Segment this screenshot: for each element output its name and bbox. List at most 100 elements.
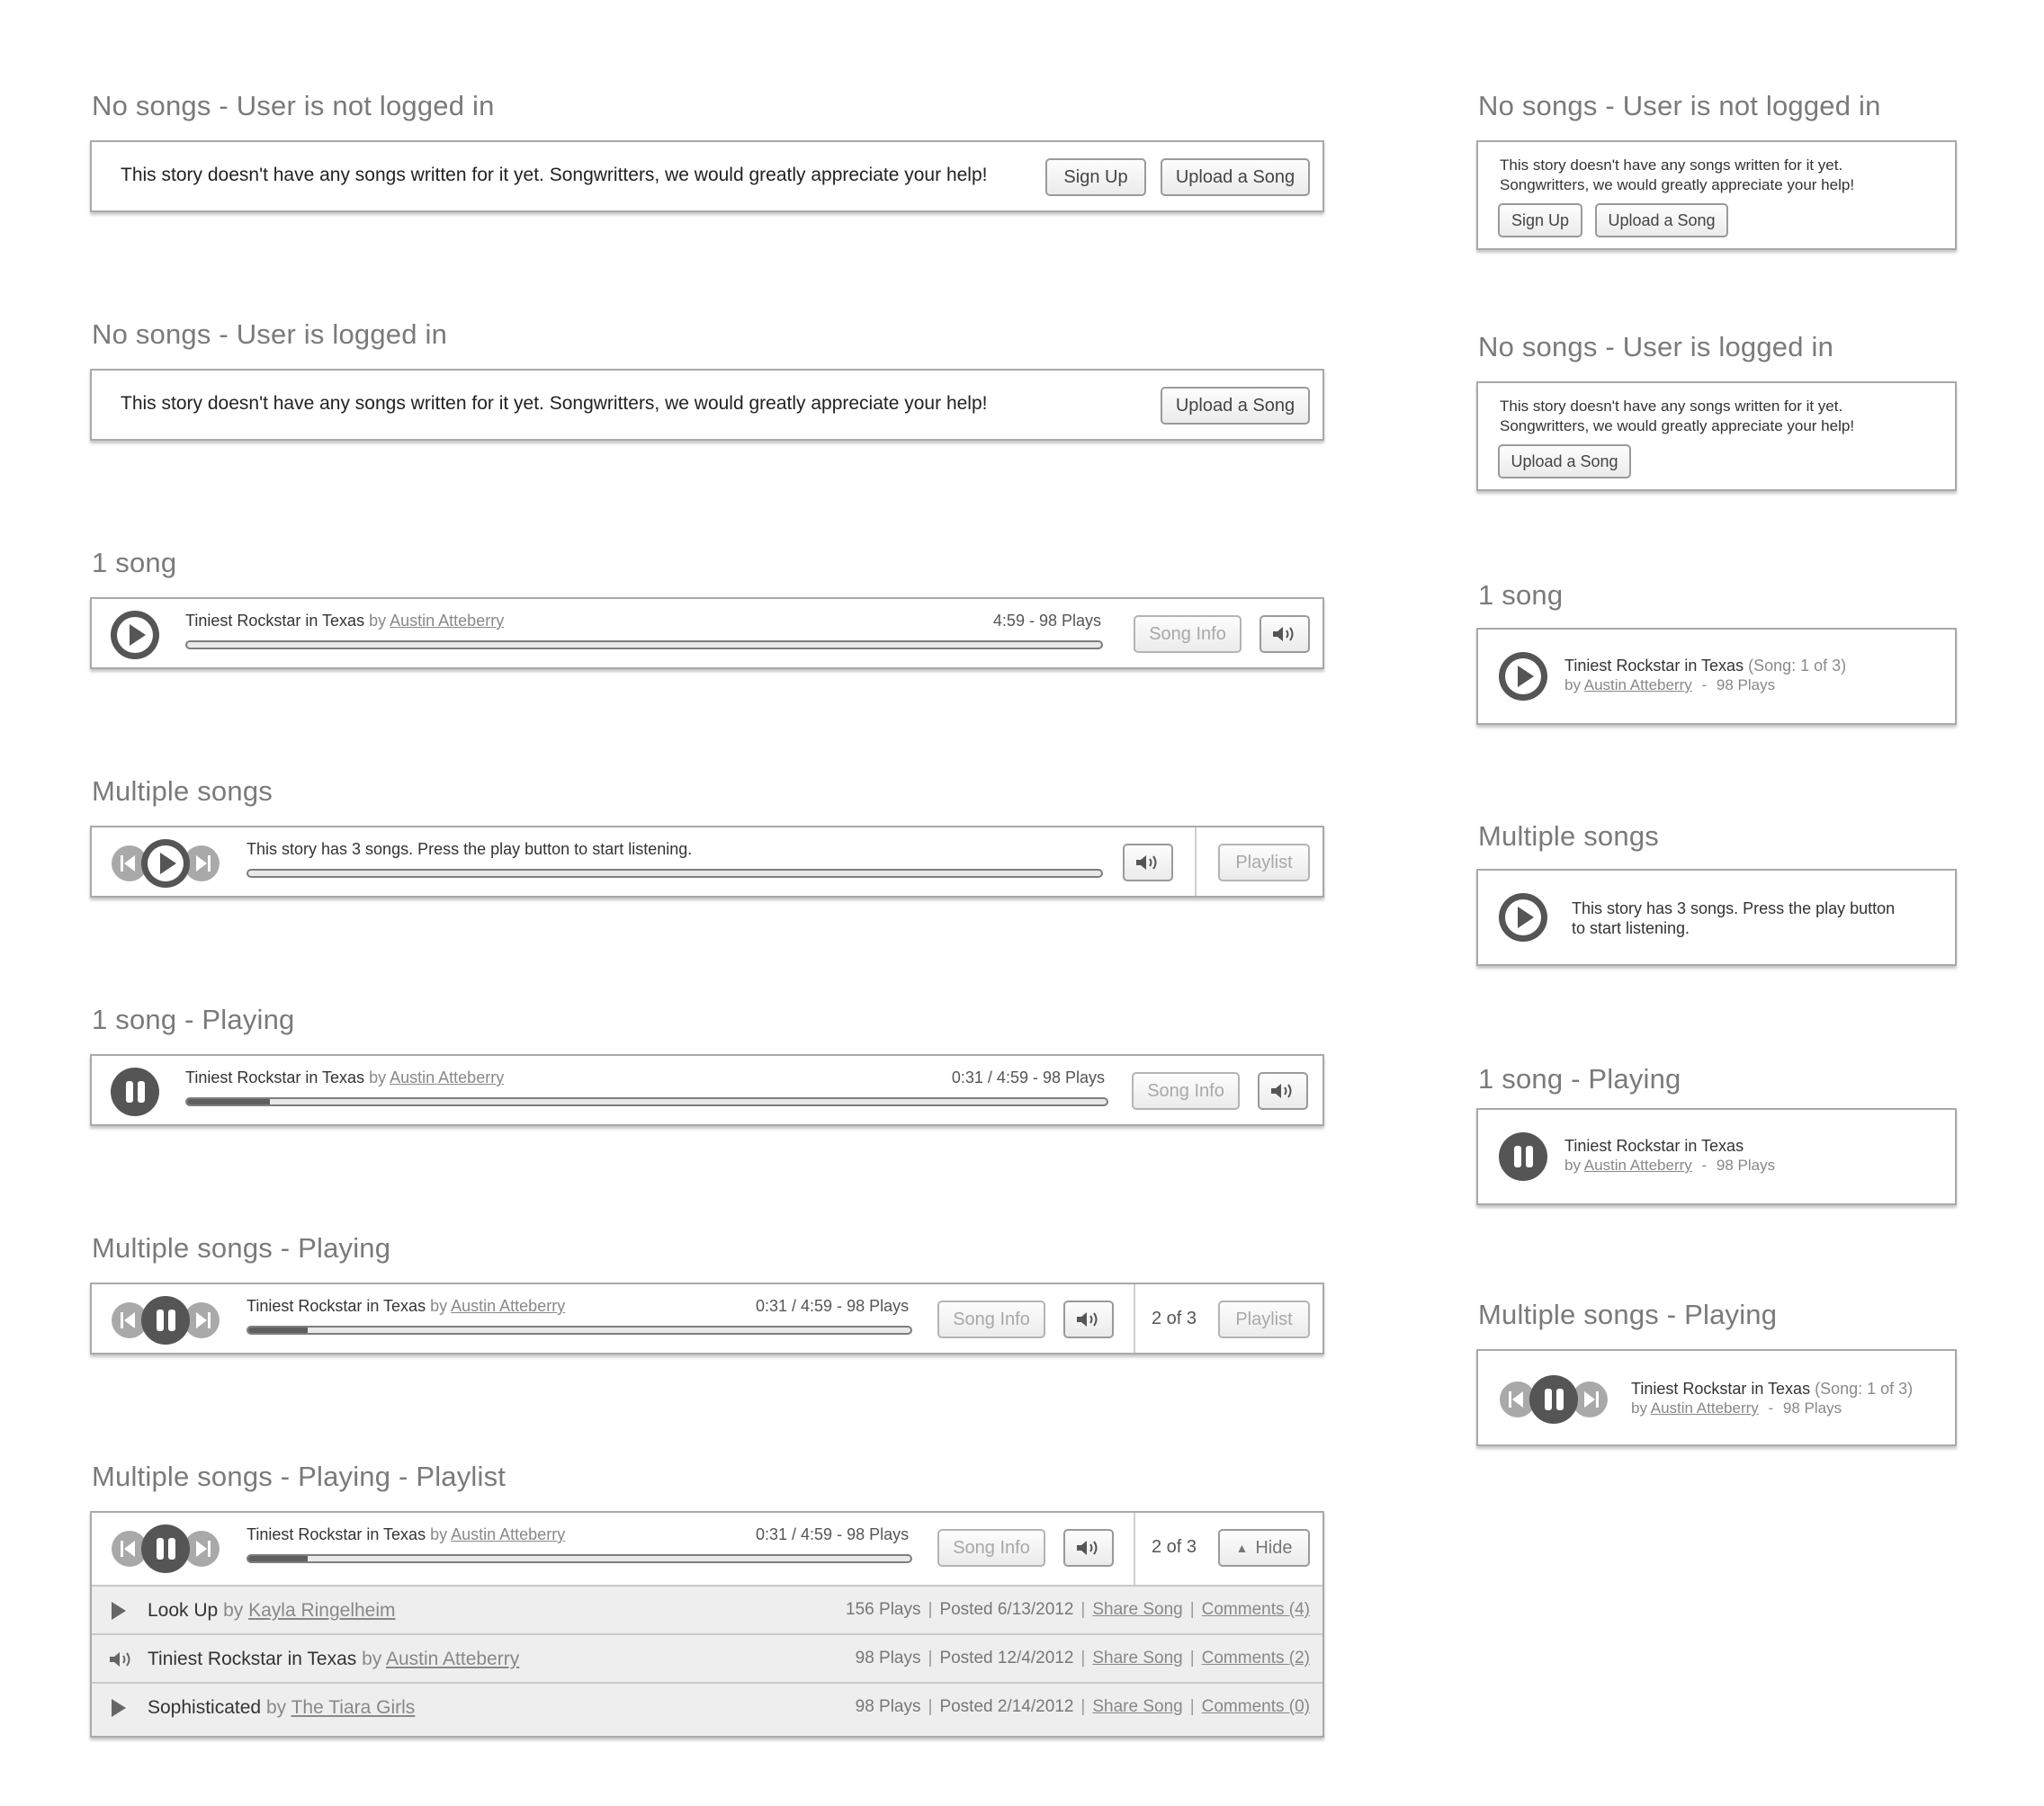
- artist-link[interactable]: Austin Atteberry: [390, 1068, 504, 1086]
- progress-bar[interactable]: [247, 1326, 912, 1335]
- share-song-link[interactable]: Share Song: [1092, 1600, 1182, 1619]
- pause-button[interactable]: [110, 1067, 160, 1117]
- progress-bar[interactable]: [247, 869, 1103, 878]
- progress-bar[interactable]: [185, 640, 1103, 649]
- progress-bar[interactable]: [247, 1554, 912, 1563]
- track-info: Tiniest Rockstar in Texas (Song: 1 of 3): [1564, 657, 1846, 675]
- play-button[interactable]: [110, 610, 160, 660]
- track-info: Tiniest Rockstar in Texas by Austin Atte…: [185, 1068, 504, 1087]
- section-title-multiple-playing-playlist: Multiple songs - Playing - Playlist: [92, 1461, 507, 1492]
- no-songs-message: This story doesn't have any songs writte…: [121, 165, 988, 185]
- playlist-row[interactable]: Look Up by Kayla Ringelheim 156 Plays | Po…: [92, 1585, 1322, 1633]
- upload-song-button[interactable]: Upload a Song: [1595, 203, 1728, 237]
- section-title-multiple-playing: Multiple songs - Playing: [92, 1232, 391, 1264]
- by-label: by: [265, 1697, 287, 1718]
- song-info-button[interactable]: Song Info: [937, 1529, 1045, 1567]
- track-duration-plays: 4:59 - 98 Plays: [992, 612, 1101, 630]
- track-title: Tiniest Rockstar in Texas: [1631, 1380, 1811, 1398]
- song-position: 2 of 3: [1152, 1309, 1197, 1328]
- by-label: by: [1564, 676, 1581, 693]
- playlist-song: Sophisticated by The Tiara Girls: [148, 1697, 415, 1719]
- artist-link[interactable]: The Tiara Girls: [291, 1697, 416, 1718]
- playlist-row[interactable]: Tiniest Rockstar in Texas by Austin Atte…: [92, 1633, 1322, 1682]
- artist-link[interactable]: Austin Atteberry: [451, 1525, 565, 1543]
- volume-button[interactable]: [1123, 844, 1173, 881]
- speaker-icon: [1271, 1084, 1292, 1098]
- artist-link[interactable]: Austin Atteberry: [1584, 676, 1692, 693]
- play-icon: [1499, 893, 1547, 942]
- by-label: by: [223, 1600, 244, 1621]
- play-icon[interactable]: [108, 1599, 130, 1623]
- play-icon: [1499, 652, 1547, 701]
- section-title-no-songs-logged-out-mobile: No songs - User is not logged in: [1478, 90, 1881, 121]
- hide-playlist-button[interactable]: ▲ Hide: [1218, 1529, 1310, 1567]
- comments-link[interactable]: Comments (2): [1202, 1649, 1310, 1667]
- pause-button[interactable]: [1498, 1131, 1548, 1182]
- track-title: Tiniest Rockstar in Texas: [1564, 657, 1744, 675]
- artist-link[interactable]: Austin Atteberry: [386, 1649, 519, 1669]
- no-songs-message: This story doesn't have any songs writte…: [121, 393, 988, 414]
- track-progress-plays: 0:31 / 4:59 - 98 Plays: [756, 1525, 910, 1543]
- playlist-button[interactable]: Playlist: [1218, 1301, 1310, 1338]
- play-button[interactable]: [1498, 651, 1548, 702]
- plays-count: 98 Plays: [855, 1697, 921, 1716]
- upload-song-button[interactable]: Upload a Song: [1498, 444, 1631, 478]
- track-title: Tiniest Rockstar in Texas: [1564, 1137, 1744, 1155]
- song-title: Look Up: [148, 1600, 219, 1621]
- track-info: Tiniest Rockstar in Texas by Austin Atte…: [247, 1297, 565, 1316]
- upload-song-button[interactable]: Upload a Song: [1161, 387, 1310, 425]
- song-of-label: (Song: 1 of 3): [1815, 1380, 1914, 1398]
- by-label: by: [362, 1649, 382, 1669]
- section-title-one-song: 1 song: [92, 547, 177, 578]
- song-title: Tiniest Rockstar in Texas: [148, 1649, 357, 1669]
- progress-fill: [248, 1556, 309, 1561]
- section-title-multiple-songs-mobile: Multiple songs: [1478, 820, 1659, 852]
- volume-button[interactable]: [1063, 1529, 1114, 1567]
- transport-controls: [110, 1295, 221, 1346]
- comments-link[interactable]: Comments (0): [1202, 1697, 1310, 1716]
- mobile-player-no-songs-logged-out: This story doesn't have any songs writte…: [1476, 140, 1957, 250]
- dash-separator: -: [1701, 1157, 1708, 1174]
- section-title-multiple-songs: Multiple songs: [92, 775, 273, 807]
- upload-song-button[interactable]: Upload a Song: [1161, 158, 1310, 196]
- posted-date: Posted 2/14/2012: [939, 1697, 1074, 1716]
- play-button[interactable]: [1498, 892, 1548, 943]
- comments-link[interactable]: Comments (4): [1202, 1600, 1310, 1619]
- plays-count: 98 Plays: [1782, 1399, 1842, 1417]
- speaker-icon: [1077, 1541, 1098, 1555]
- speaker-icon: [108, 1650, 137, 1669]
- song-title: Sophisticated: [148, 1697, 262, 1718]
- artist-link[interactable]: Austin Atteberry: [451, 1297, 565, 1315]
- artist-link[interactable]: Austin Atteberry: [1651, 1399, 1759, 1417]
- artist-link[interactable]: Kayla Ringelheim: [248, 1600, 395, 1621]
- share-song-link[interactable]: Share Song: [1092, 1649, 1182, 1667]
- pause-button[interactable]: [141, 1296, 190, 1345]
- play-icon[interactable]: [108, 1696, 130, 1720]
- song-meta: 98 Plays | Posted 12/4/2012 | Share Song | Com…: [855, 1649, 1310, 1667]
- song-info-button[interactable]: Song Info: [1132, 1072, 1240, 1110]
- pause-button[interactable]: [1529, 1375, 1578, 1424]
- volume-button[interactable]: [1260, 615, 1310, 653]
- speaker-icon: [1273, 627, 1294, 641]
- share-song-link[interactable]: Share Song: [1092, 1697, 1182, 1716]
- artist-link[interactable]: Austin Atteberry: [390, 612, 504, 630]
- player-multiple-songs: This story has 3 songs. Press the play b…: [90, 826, 1324, 898]
- sign-up-button[interactable]: Sign Up: [1045, 158, 1146, 196]
- play-button[interactable]: [141, 839, 190, 888]
- mobile-player-one-song-playing: Tiniest Rockstar in Texas by Austin Atte…: [1476, 1108, 1957, 1205]
- by-label: by: [369, 1068, 387, 1086]
- playlist-button[interactable]: Playlist: [1218, 844, 1310, 881]
- song-meta: 98 Plays | Posted 2/14/2012 | Share Song | Com…: [855, 1697, 1310, 1716]
- sign-up-button[interactable]: Sign Up: [1498, 203, 1582, 237]
- speaker-icon: [1136, 855, 1157, 870]
- progress-bar[interactable]: [185, 1097, 1108, 1106]
- pause-button[interactable]: [141, 1524, 190, 1573]
- song-info-button[interactable]: Song Info: [937, 1301, 1045, 1338]
- song-info-button[interactable]: Song Info: [1134, 615, 1242, 653]
- mobile-player-multiple-playing: Tiniest Rockstar in Texas (Song: 1 of 3)…: [1476, 1349, 1957, 1446]
- playlist-row[interactable]: Sophisticated by The Tiara Girls 98 Play…: [92, 1682, 1322, 1736]
- artist-link[interactable]: Austin Atteberry: [1584, 1157, 1692, 1174]
- song-position: 2 of 3: [1152, 1537, 1197, 1557]
- volume-button[interactable]: [1258, 1072, 1308, 1110]
- volume-button[interactable]: [1063, 1301, 1114, 1338]
